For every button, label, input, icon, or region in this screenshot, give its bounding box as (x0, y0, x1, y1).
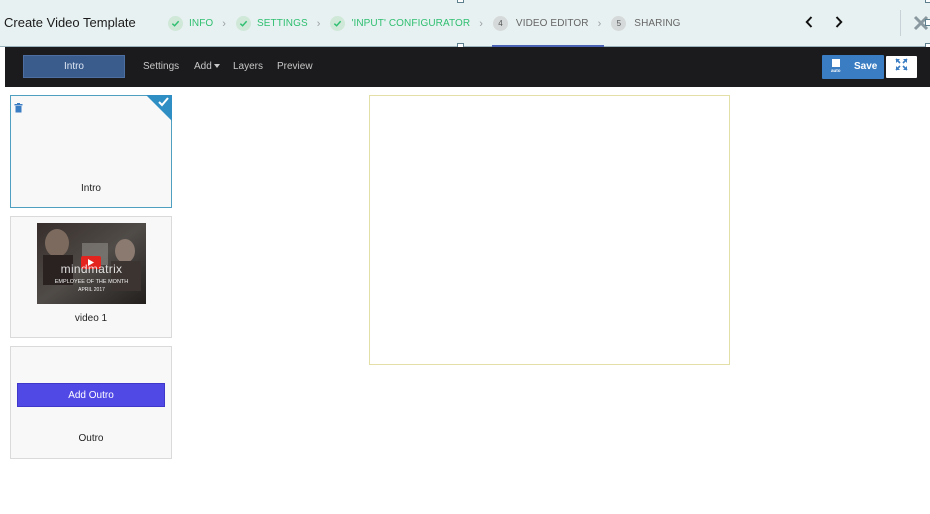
add-menu-label: Add (194, 61, 212, 72)
chevron-right-icon: › (597, 17, 602, 30)
thumbnail-line1: EMPLOYEE OF THE MONTH (54, 279, 129, 285)
step-sharing[interactable]: 5 SHARING (611, 0, 680, 47)
thumbnail-logo-text: mindmatrix (60, 262, 123, 276)
step-number: 4 (492, 16, 508, 31)
step-label: 'INPUT' CONFIGURATOR (351, 18, 471, 29)
step-label: INFO (189, 18, 214, 29)
step-number: 5 (611, 16, 627, 31)
check-icon (168, 16, 183, 31)
fullscreen-button[interactable] (886, 56, 917, 78)
tab-intro[interactable]: Intro (23, 55, 125, 78)
wizard-steps: INFO › SETTINGS › 'INPUT' CONFIGURATOR ›… (168, 0, 681, 47)
editor-canvas[interactable] (369, 95, 730, 365)
add-outro-button[interactable]: Add Outro (17, 383, 165, 407)
step-info[interactable]: INFO (168, 0, 213, 47)
auto-label: auto (831, 68, 841, 73)
save-button[interactable]: auto Save (822, 55, 884, 79)
thumbnail-line2: APRIL 2017 (78, 287, 105, 293)
slide-outro[interactable]: Add Outro Outro (10, 346, 172, 459)
editor-toolbar: Intro Settings Add Layers Preview auto S… (5, 47, 930, 87)
slide-intro[interactable]: Intro (10, 95, 172, 208)
check-icon (330, 16, 346, 31)
slide-video-1[interactable]: mindmatrix EMPLOYEE OF THE MONTH APRIL 2… (10, 216, 172, 338)
step-video-editor[interactable]: 4 VIDEO EDITOR (491, 0, 604, 47)
save-label: Save (854, 61, 878, 72)
step-settings[interactable]: SETTINGS (235, 0, 308, 47)
selection-handle[interactable] (925, 19, 930, 26)
auto-save-icon: auto (831, 59, 841, 73)
step-input-configurator[interactable]: 'INPUT' CONFIGURATOR (330, 0, 470, 47)
wizard-header: Create Video Template INFO › SETTINGS › … (0, 0, 930, 50)
caret-down-icon (213, 64, 220, 69)
step-label: VIDEO EDITOR (515, 18, 589, 29)
step-label: SETTINGS (256, 18, 308, 29)
chevron-right-icon: › (222, 17, 226, 30)
expand-icon (895, 58, 908, 76)
step-navigation (803, 14, 845, 30)
settings-link[interactable]: Settings (143, 61, 179, 72)
chevron-left-icon[interactable] (803, 14, 815, 30)
selected-check-icon (146, 95, 172, 121)
preview-link[interactable]: Preview (277, 61, 313, 72)
check-icon (235, 16, 251, 31)
selection-handle[interactable] (457, 0, 464, 3)
layers-link[interactable]: Layers (233, 61, 263, 72)
chevron-right-icon[interactable] (833, 14, 845, 30)
trash-icon[interactable] (14, 100, 23, 113)
add-menu[interactable]: Add (194, 61, 220, 72)
step-label: SHARING (634, 18, 681, 29)
selection-handle[interactable] (925, 0, 930, 3)
slide-name: Intro (80, 183, 101, 194)
video-thumbnail: mindmatrix EMPLOYEE OF THE MONTH APRIL 2… (37, 223, 146, 304)
divider (900, 10, 901, 36)
chevron-right-icon: › (479, 17, 483, 30)
page-title: Create Video Template (4, 15, 136, 30)
slide-name: video 1 (74, 313, 108, 324)
slide-name: Outro (78, 433, 104, 444)
chevron-right-icon: › (316, 17, 321, 30)
